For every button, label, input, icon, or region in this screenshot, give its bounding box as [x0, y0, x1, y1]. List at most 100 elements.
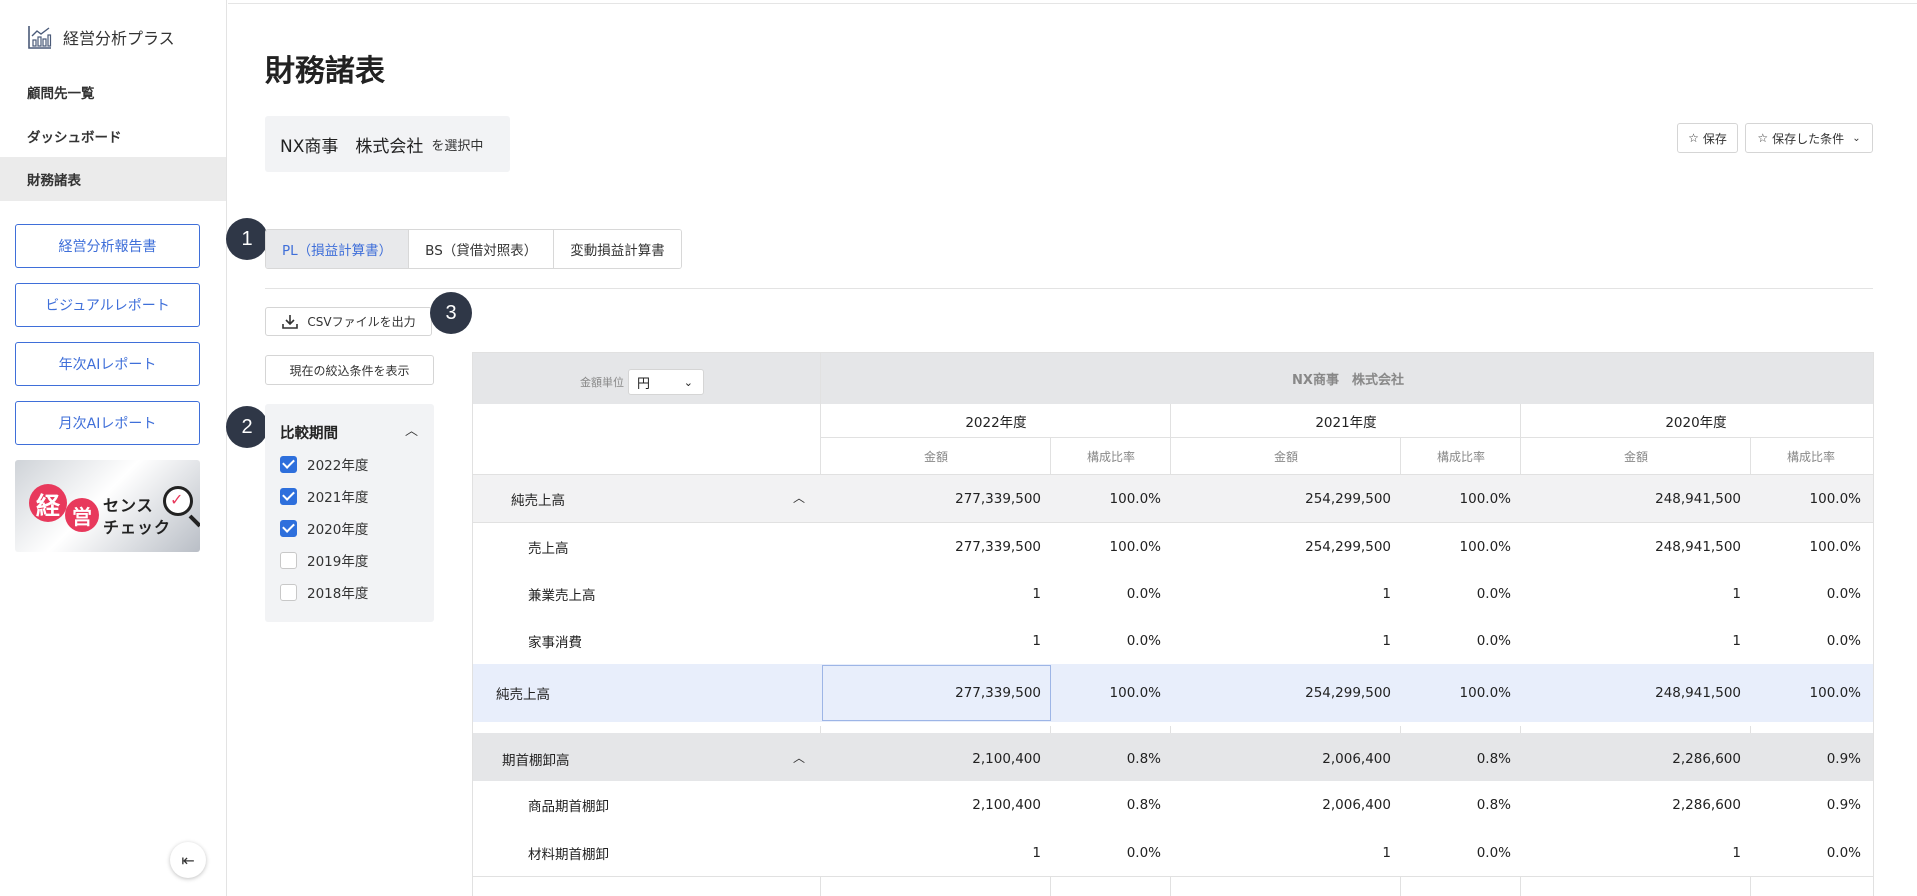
chevron-up-icon[interactable]: ︿ — [793, 489, 805, 506]
period-option-label: 2020年度 — [307, 522, 369, 538]
period-option-label: 2018年度 — [307, 586, 369, 602]
period-option-label: 2021年度 — [307, 490, 369, 506]
tab-bs[interactable]: BS（貸借対照表） — [409, 230, 555, 268]
section-divider — [265, 288, 1873, 289]
checkbox-checked-icon[interactable] — [280, 455, 297, 473]
nav-financial-statements[interactable]: 財務諸表 — [0, 157, 226, 201]
ratio-cell: 0.8% — [1476, 750, 1511, 767]
chevron-down-icon: ⌄ — [1852, 132, 1861, 144]
app-name: 経営分析プラス — [63, 29, 175, 48]
ratio-header: 構成比率 — [1786, 450, 1835, 464]
selected-company: NX商事 株式会社 を選択中 — [265, 116, 510, 172]
amount-cell: 254,299,500 — [1305, 490, 1391, 507]
nav-client-list[interactable]: 顧問先一覧 — [0, 70, 226, 114]
amount-header: 金額 — [923, 450, 948, 464]
ratio-cell: 100.0% — [1459, 490, 1511, 507]
save-button[interactable]: ☆ 保存 — [1677, 123, 1738, 153]
tab-pl[interactable]: PL（損益計算書） — [266, 230, 410, 268]
step-badge-3: 3 — [430, 292, 472, 334]
amount-cell: 1 — [1732, 585, 1741, 602]
management-report-button[interactable]: 経営分析報告書 — [15, 224, 200, 268]
row-label: 家事消費 — [528, 634, 582, 651]
visual-report-button[interactable]: ビジュアルレポート — [15, 283, 200, 327]
tab-variable-pl[interactable]: 変動損益計算書 — [554, 230, 681, 268]
annual-ai-report-button[interactable]: 年次AIレポート — [15, 342, 200, 386]
row-label: 商品期首棚卸 — [528, 799, 609, 815]
checkbox-checked-icon[interactable] — [280, 519, 297, 537]
ratio-cell: 100.0% — [1809, 685, 1861, 701]
year-header: 2020年度 — [1665, 415, 1727, 431]
nav-dashboard[interactable]: ダッシュボード — [0, 114, 226, 158]
chevron-up-icon[interactable]: ︿ — [405, 420, 418, 439]
selected-suffix: を選択中 — [431, 138, 484, 154]
sidebar: 経営分析プラス 顧問先一覧 ダッシュボード 財務諸表 経営分析報告書 ビジュアル… — [0, 0, 227, 896]
magnifier-icon: ✓ — [163, 486, 193, 516]
ratio-cell: 0.0% — [1476, 844, 1511, 861]
row-label: 期首棚卸高 — [502, 752, 570, 769]
amount-cell: 1 — [1032, 844, 1041, 861]
chevron-up-icon[interactable]: ︿ — [793, 749, 805, 766]
star-icon: ☆ — [1688, 131, 1699, 145]
comparison-period-panel: 比較期間 ︿ 2022年度 2021年度 2020年度 2019年度 2018年度 — [265, 404, 434, 622]
banner-ei-mark: 営 — [65, 498, 99, 532]
app-logo[interactable]: 経営分析プラス — [27, 24, 175, 50]
ratio-cell: 100.0% — [1809, 538, 1861, 555]
amount-cell: 254,299,500 — [1305, 538, 1391, 555]
csv-export-button[interactable]: CSVファイルを出力 — [265, 307, 432, 336]
amount-cell: 1 — [1032, 585, 1041, 602]
checkbox-unchecked-icon[interactable] — [280, 583, 297, 601]
row-label: 売上高 — [528, 540, 569, 557]
ratio-cell: 100.0% — [1459, 685, 1511, 701]
period-option[interactable]: 2020年度 — [280, 518, 368, 538]
row-label: 材料期首棚卸 — [528, 846, 609, 863]
sense-check-banner[interactable]: 経 営 センス チェック ✓ — [15, 460, 200, 552]
ratio-cell: 0.0% — [1826, 632, 1861, 649]
ratio-cell: 0.0% — [1476, 632, 1511, 649]
ratio-cell: 0.0% — [1826, 844, 1861, 861]
ratio-header: 構成比率 — [1436, 450, 1485, 464]
period-option-label: 2019年度 — [307, 554, 369, 570]
amount-cell: 248,941,500 — [1655, 685, 1741, 701]
amount-cell: 248,941,500 — [1655, 538, 1741, 555]
amount-cell: 2,100,400 — [972, 750, 1041, 767]
show-filter-button[interactable]: 現在の絞込条件を表示 — [265, 355, 434, 385]
ratio-cell: 100.0% — [1809, 490, 1861, 507]
period-option[interactable]: 2019年度 — [280, 550, 368, 570]
amount-cell: 248,941,500 — [1655, 490, 1741, 507]
ratio-cell: 0.0% — [1126, 585, 1161, 602]
amount-cell: 2,100,400 — [972, 797, 1041, 813]
row-label: 純売上高 — [496, 687, 550, 703]
banner-text-1: センス — [103, 496, 154, 515]
amount-cell: 1 — [1382, 844, 1391, 861]
row-divider — [473, 722, 1873, 726]
monthly-ai-report-button[interactable]: 月次AIレポート — [15, 401, 200, 445]
statement-tabs: PL（損益計算書） BS（貸借対照表） 変動損益計算書 — [265, 229, 682, 269]
unit-select[interactable]: 円 ⌄ — [628, 369, 704, 395]
selected-cell-outline — [822, 665, 1051, 721]
amount-cell: 1 — [1732, 632, 1741, 649]
checkbox-checked-icon[interactable] — [280, 487, 297, 505]
row-label: 純売上高 — [511, 492, 565, 509]
comparison-period-title: 比較期間 — [280, 426, 338, 442]
top-divider — [228, 3, 1917, 4]
amount-cell: 1 — [1732, 844, 1741, 861]
collapse-sidebar-button[interactable]: ⇤ — [170, 842, 206, 878]
collapse-left-icon: ⇤ — [181, 850, 195, 870]
step-badge-1: 1 — [226, 218, 268, 260]
company-column-header: NX商事 株式会社 — [1292, 373, 1404, 388]
period-option[interactable]: 2022年度 — [280, 454, 368, 474]
ratio-cell: 100.0% — [1459, 538, 1511, 555]
amount-header: 金額 — [1623, 450, 1648, 464]
row-divider — [821, 437, 1873, 438]
ratio-cell: 0.8% — [1126, 797, 1161, 813]
amount-cell: 2,006,400 — [1322, 750, 1391, 767]
checkbox-unchecked-icon[interactable] — [280, 551, 297, 569]
period-option[interactable]: 2021年度 — [280, 486, 368, 506]
ratio-header: 構成比率 — [1086, 450, 1135, 464]
row-label: 兼業売上高 — [528, 587, 596, 604]
saved-conditions-dropdown[interactable]: ☆ 保存した条件 ⌄ — [1745, 123, 1873, 153]
unit-selector: 金額単位 円 ⌄ — [580, 369, 704, 395]
period-option[interactable]: 2018年度 — [280, 582, 368, 602]
page-title: 財務諸表 — [265, 54, 385, 89]
ratio-cell: 0.0% — [1126, 844, 1161, 861]
